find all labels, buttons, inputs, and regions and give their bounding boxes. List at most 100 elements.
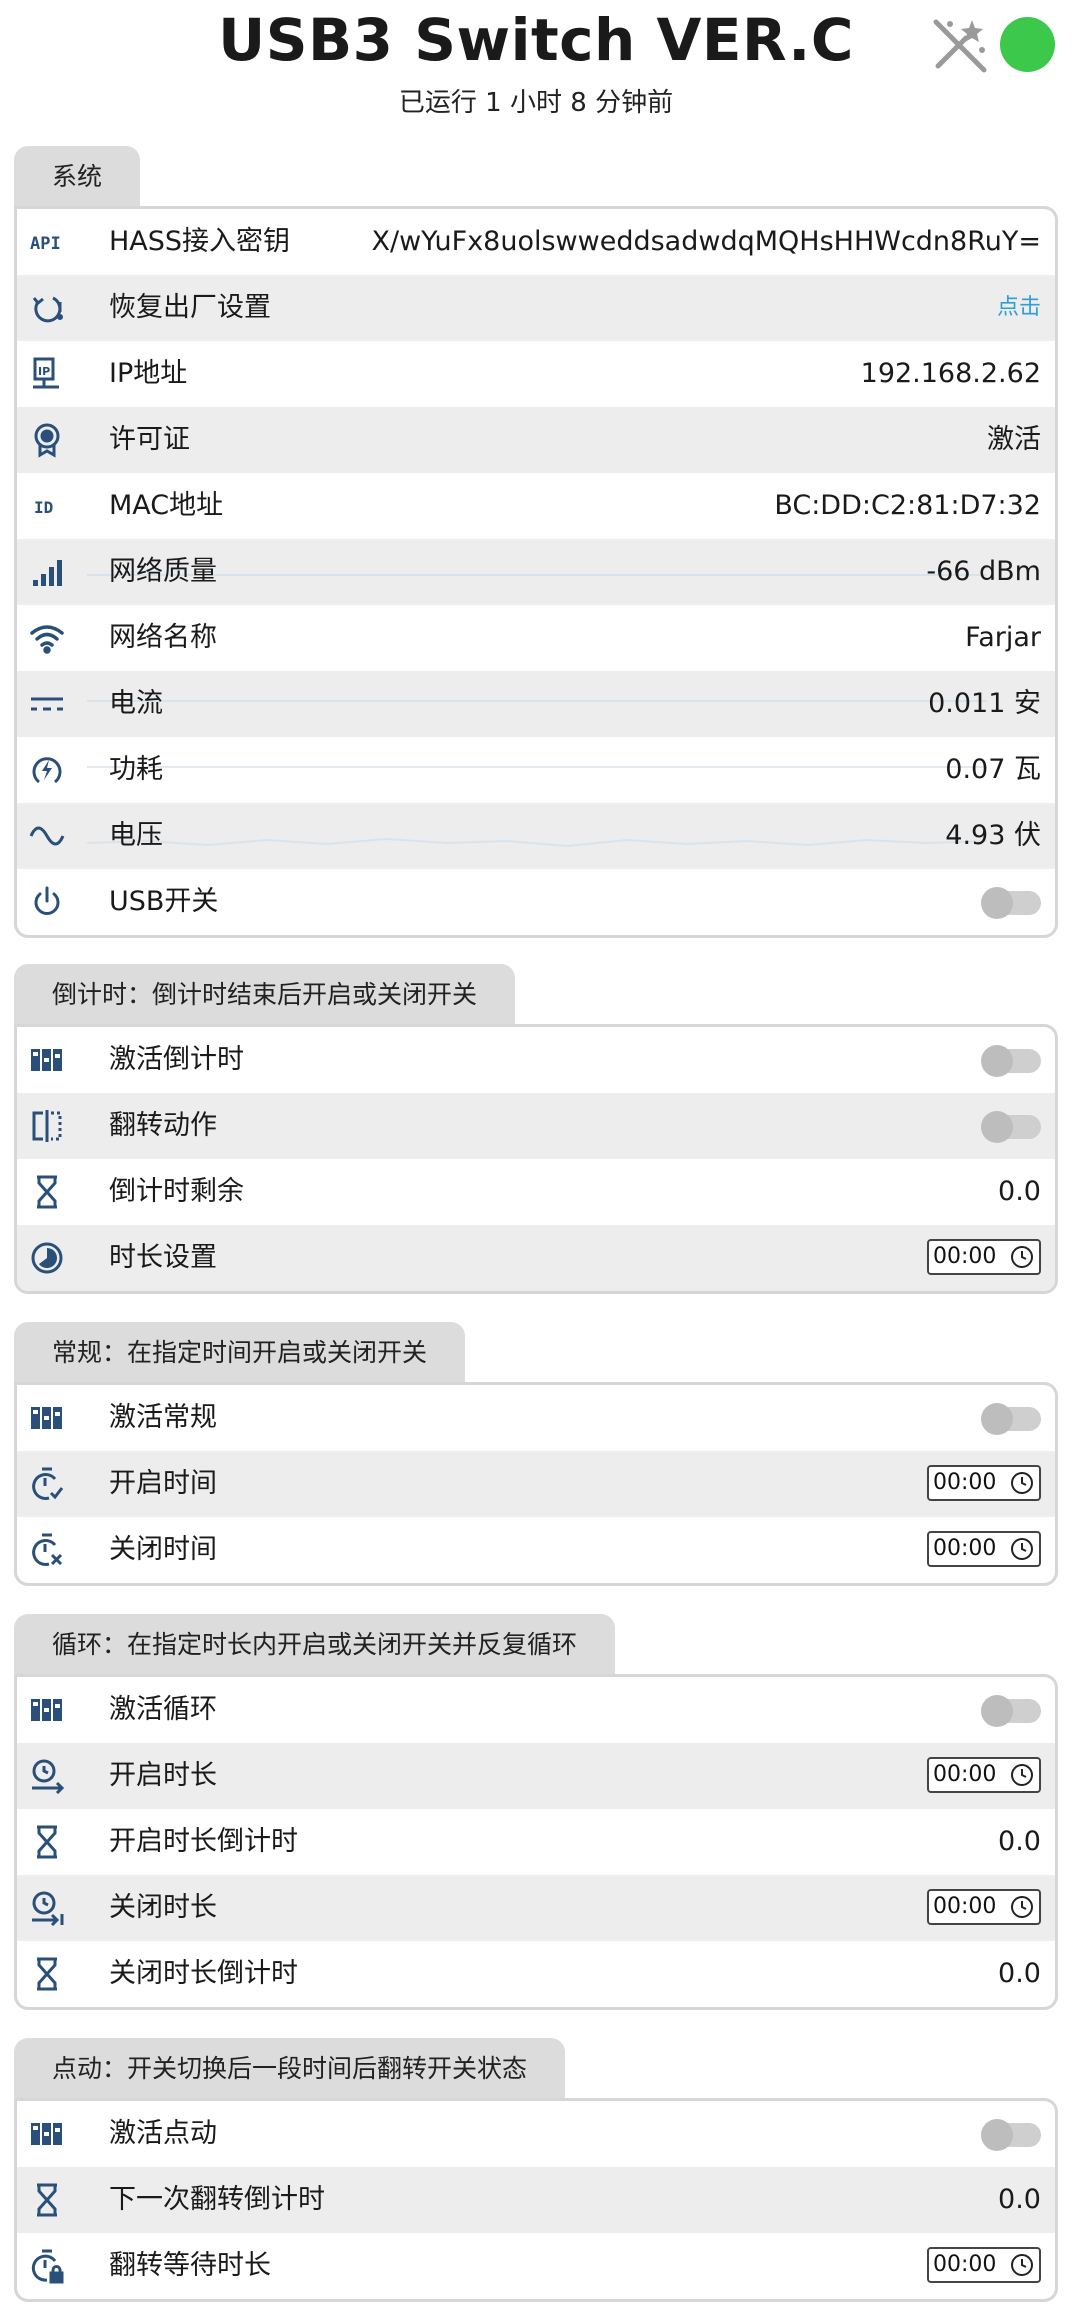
row-ssid: 网络名称 Farjar bbox=[17, 605, 1055, 671]
current-icon bbox=[29, 686, 65, 722]
ip-value: 192.168.2.62 bbox=[860, 358, 1041, 389]
activate-cycle-toggle[interactable] bbox=[981, 1695, 1041, 1727]
voltage-value: 4.93 伏 bbox=[945, 820, 1041, 851]
tab-inching[interactable]: 点动：开关切换后一段时间后翻转开关状态 bbox=[14, 2038, 566, 2100]
tab-schedule[interactable]: 常规：在指定时间开启或关闭开关 bbox=[14, 1322, 466, 1384]
flip-icon bbox=[29, 1108, 65, 1144]
row-label: 关闭时间 bbox=[109, 1534, 217, 1565]
timer-on-icon bbox=[29, 1466, 65, 1502]
row-activate-cycle: 激活循环 bbox=[17, 1677, 1055, 1743]
activate-inching-toggle[interactable] bbox=[981, 2119, 1041, 2151]
row-usb-switch: USB开关 bbox=[17, 869, 1055, 935]
tab-system[interactable]: 系统 bbox=[14, 146, 141, 208]
row-label: 关闭时长倒计时 bbox=[109, 1958, 298, 1989]
power-sparkline bbox=[87, 766, 987, 768]
flip-wait-duration-input[interactable]: 00:00 bbox=[927, 2247, 1041, 2283]
api-icon: API bbox=[29, 224, 65, 260]
off-duration-input[interactable]: 00:00 bbox=[927, 1889, 1041, 1925]
on-duration-input[interactable]: 00:00 bbox=[927, 1757, 1041, 1793]
hass-key-value: X/wYuFx8uolswweddsadwdqMQHsHHWcdn8RuY= bbox=[371, 226, 1041, 257]
row-label: 关闭时长 bbox=[109, 1892, 217, 1923]
time-value: 00:00 bbox=[933, 2252, 997, 2277]
row-label: 许可证 bbox=[109, 424, 190, 455]
row-on-duration: 开启时长 00:00 bbox=[17, 1743, 1055, 1809]
cycle-card: 激活循环 开启时长 00:00 开启时长倒计时 0.0 关闭时长 00:00 关… bbox=[14, 1674, 1058, 2010]
activate-icon bbox=[29, 2116, 65, 2152]
time-value: 00:00 bbox=[933, 1536, 997, 1561]
clock-icon[interactable] bbox=[1010, 1537, 1034, 1561]
row-off-duration-countdown: 关闭时长倒计时 0.0 bbox=[17, 1941, 1055, 2007]
row-label: 开启时间 bbox=[109, 1468, 217, 1499]
row-label: MAC地址 bbox=[109, 490, 224, 521]
hourglass-icon bbox=[29, 1956, 65, 1992]
row-activate-countdown: 激活倒计时 bbox=[17, 1027, 1055, 1093]
on-duration-countdown-value: 0.0 bbox=[998, 1826, 1041, 1857]
voltage-sparkline bbox=[87, 837, 987, 848]
schedule-card: 激活常规 开启时间 00:00 关闭时间 00:00 bbox=[14, 1382, 1058, 1586]
activate-countdown-toggle[interactable] bbox=[981, 1045, 1041, 1077]
theme-wand-icon[interactable] bbox=[928, 14, 990, 76]
clock-icon[interactable] bbox=[1010, 1245, 1034, 1269]
row-off-time: 关闭时间 00:00 bbox=[17, 1517, 1055, 1583]
activate-icon bbox=[29, 1042, 65, 1078]
off-time-input[interactable]: 00:00 bbox=[927, 1531, 1041, 1567]
row-label: 激活循环 bbox=[109, 1694, 217, 1725]
row-label: 倒计时剩余 bbox=[109, 1176, 244, 1207]
current-sparkline bbox=[87, 700, 987, 702]
clock-on-icon bbox=[29, 1758, 65, 1794]
signal-value: -66 dBm bbox=[926, 556, 1041, 587]
wifi-icon bbox=[29, 620, 65, 656]
tab-countdown[interactable]: 倒计时：倒计时结束后开启或关闭开关 bbox=[14, 964, 516, 1026]
duration-time-input[interactable]: 00:00 bbox=[927, 1239, 1041, 1275]
row-next-flip-countdown: 下一次翻转倒计时 0.0 bbox=[17, 2167, 1055, 2233]
signal-icon bbox=[29, 554, 65, 590]
clock-icon[interactable] bbox=[1010, 1895, 1034, 1919]
row-license: 许可证 激活 bbox=[17, 407, 1055, 473]
ssid-value: Farjar bbox=[965, 622, 1041, 653]
row-label: 恢复出厂设置 bbox=[109, 292, 271, 323]
usb-switch-toggle[interactable] bbox=[981, 887, 1041, 919]
hourglass-icon bbox=[29, 1824, 65, 1860]
flip-action-toggle[interactable] bbox=[981, 1111, 1041, 1143]
id-icon: ID bbox=[29, 488, 65, 524]
row-label: 激活常规 bbox=[109, 1402, 217, 1433]
activate-schedule-toggle[interactable] bbox=[981, 1403, 1041, 1435]
row-countdown-remaining: 倒计时剩余 0.0 bbox=[17, 1159, 1055, 1225]
row-label: 激活倒计时 bbox=[109, 1044, 244, 1075]
clock-icon[interactable] bbox=[1010, 1471, 1034, 1495]
row-current: 电流 0.011 安 bbox=[17, 671, 1055, 737]
tab-cycle[interactable]: 循环：在指定时长内开启或关闭开关并反复循环 bbox=[14, 1614, 616, 1676]
time-value: 00:00 bbox=[933, 1762, 997, 1787]
activate-icon bbox=[29, 1400, 65, 1436]
row-label: 开启时长 bbox=[109, 1760, 217, 1791]
status-indicator bbox=[1000, 17, 1055, 72]
row-activate-inching: 激活点动 bbox=[17, 2101, 1055, 2167]
clock-icon[interactable] bbox=[1010, 2253, 1034, 2277]
time-value: 00:00 bbox=[933, 1894, 997, 1919]
factory-reset-link[interactable]: 点击 bbox=[997, 275, 1041, 341]
row-on-duration-countdown: 开启时长倒计时 0.0 bbox=[17, 1809, 1055, 1875]
countdown-card: 激活倒计时 翻转动作 倒计时剩余 0.0 时长设置 00:00 bbox=[14, 1024, 1058, 1294]
clock-icon[interactable] bbox=[1010, 1763, 1034, 1787]
row-power: 功耗 0.07 瓦 bbox=[17, 737, 1055, 803]
next-flip-countdown-value: 0.0 bbox=[998, 2184, 1041, 2215]
voltage-icon bbox=[29, 818, 65, 854]
row-factory-reset: 恢复出厂设置 点击 bbox=[17, 275, 1055, 341]
activate-icon bbox=[29, 1692, 65, 1728]
hourglass-icon bbox=[29, 1174, 65, 1210]
license-icon bbox=[29, 422, 65, 458]
row-label: 网络质量 bbox=[109, 556, 217, 587]
on-time-input[interactable]: 00:00 bbox=[927, 1465, 1041, 1501]
svg-text:API: API bbox=[30, 234, 61, 254]
row-label: 翻转动作 bbox=[109, 1110, 217, 1141]
row-label: 网络名称 bbox=[109, 622, 217, 653]
time-value: 00:00 bbox=[933, 1244, 997, 1269]
row-label: 开启时长倒计时 bbox=[109, 1826, 298, 1857]
current-value: 0.011 安 bbox=[928, 688, 1041, 719]
page-title: USB3 Switch VER.C bbox=[218, 6, 854, 74]
row-voltage: 电压 4.93 伏 bbox=[17, 803, 1055, 869]
row-on-time: 开启时间 00:00 bbox=[17, 1451, 1055, 1517]
power-value: 0.07 瓦 bbox=[945, 754, 1041, 785]
row-label: 电流 bbox=[109, 688, 163, 719]
row-label: 功耗 bbox=[109, 754, 163, 785]
